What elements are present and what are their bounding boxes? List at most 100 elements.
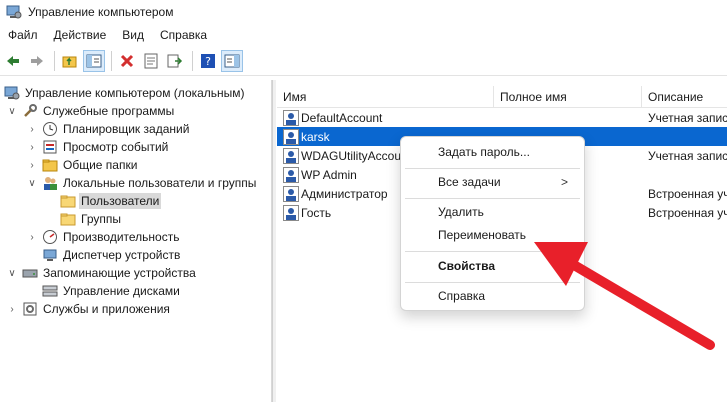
clock-icon [43,122,57,136]
menu-item-help[interactable]: Справка [405,284,580,308]
user-icon [283,109,299,126]
chevron-down-icon[interactable]: ∨ [26,177,38,189]
show-hide-tree-icon [86,54,102,67]
column-header-name[interactable]: Имя [277,86,494,108]
menu-separator [405,198,580,199]
menu-view[interactable]: Вид [114,28,152,42]
tree-item-device-manager[interactable]: Диспетчер устройств [38,246,182,264]
menu-item-properties[interactable]: Свойства [405,254,580,278]
window-title: Управление компьютером [28,5,174,19]
folder-icon [60,195,76,208]
pane-splitter[interactable] [272,80,276,402]
delete-icon [120,54,134,67]
chevron-down-icon[interactable]: ∨ [6,267,18,279]
computer-management-icon [6,5,22,19]
user-icon [283,147,299,164]
help-button[interactable]: ? [197,50,219,72]
toolbar-separator [111,50,112,71]
tree-item-services-apps[interactable]: › Службы и приложения [6,300,172,318]
show-action-pane-icon [224,54,240,67]
tree-item-local-users-groups[interactable]: ∨ Локальные пользователи и группы [26,174,258,192]
tree-item-label: Локальные пользователи и группы [63,176,257,190]
delete-button[interactable] [116,50,138,72]
computer-management-icon [4,86,20,100]
menu-item-set-password[interactable]: Задать пароль... [405,140,580,164]
storage-icon [22,269,38,278]
chevron-right-icon[interactable]: › [26,141,38,153]
tree-item-label: Пользователи [79,193,162,209]
user-icon [283,166,299,183]
tree-item-label: Диспетчер устройств [63,248,181,262]
row-name-cell: DefaultAccount [277,108,494,127]
tree-item-storage[interactable]: ∨ Запоминающие устройства [6,264,198,282]
tree-item-task-scheduler[interactable]: › Планировщик заданий [26,120,191,138]
performance-icon [43,230,57,244]
tree-item-shared-folders[interactable]: › Общие папки [26,156,139,174]
tree-item-label: Группы [81,212,121,226]
tree-item-label: Производительность [63,230,180,244]
user-icon [283,185,299,202]
back-icon [7,55,19,66]
user-description: Встроенная уч [648,186,727,201]
menu-item-label: Задать пароль... [438,145,530,159]
tree-item-computer-management[interactable]: Управление компьютером (локальным) [2,84,247,102]
chevron-down-icon[interactable]: ∨ [6,105,18,117]
tree-item-groups[interactable]: Группы [56,210,123,228]
forward-button[interactable] [26,50,48,72]
column-header-description[interactable]: Описание [642,86,727,108]
tree-item-performance[interactable]: › Производительность [26,228,181,246]
user-description: Учетная запис [648,110,727,125]
console-tree: Управление компьютером (локальным) ∨ Слу… [0,80,272,402]
toolbar-separator [192,50,193,71]
show-hide-tree-button[interactable] [83,49,105,72]
context-menu: Задать пароль... Все задачи > Удалить Пе… [400,136,585,311]
toolbar: ? [0,46,727,76]
help-icon: ? [201,53,215,68]
disk-management-icon [42,285,58,297]
table-row[interactable]: DefaultAccount Учетная запис [277,108,727,127]
menu-item-label: Удалить [438,205,484,219]
menu-file[interactable]: Файл [0,28,46,42]
menu-item-rename[interactable]: Переименовать [405,223,580,247]
tree-item-disk-management[interactable]: Управление дисками [38,282,182,300]
title-bar: Управление компьютером [0,0,727,24]
properties-button[interactable] [140,50,162,72]
tree-item-label: Управление компьютером (локальным) [25,86,245,100]
tree-item-label: Запоминающие устройства [43,266,196,280]
back-button[interactable] [2,50,24,72]
menu-item-label: Переименовать [438,228,526,242]
up-folder-button[interactable] [59,50,81,72]
menu-item-all-tasks[interactable]: Все задачи > [405,170,580,194]
user-icon [283,128,299,145]
folder-icon [60,213,76,226]
chevron-right-icon[interactable]: › [26,123,38,135]
user-name: Администратор [301,186,388,201]
tree-item-event-viewer[interactable]: › Просмотр событий [26,138,170,156]
tree-item-system-tools[interactable]: ∨ Служебные программы [6,102,176,120]
menu-help[interactable]: Справка [152,28,215,42]
user-description: Встроенная уч [648,205,727,220]
column-header-full-name[interactable]: Полное имя [494,86,642,108]
user-name: WP Admin [301,167,357,182]
user-full-name [494,108,642,127]
users-groups-icon [44,177,57,190]
chevron-right-icon[interactable]: › [6,303,18,315]
tree-item-label: Службы и приложения [43,302,170,316]
menu-action[interactable]: Действие [46,28,115,42]
user-icon [283,204,299,221]
tree-item-users[interactable]: Пользователи [56,192,162,210]
chevron-right-icon[interactable]: › [26,159,38,171]
device-manager-icon [43,249,57,261]
user-description: Учетная запис [648,148,727,163]
export-list-button[interactable] [164,50,186,72]
chevron-right-icon[interactable]: › [26,231,38,243]
menu-item-delete[interactable]: Удалить [405,200,580,224]
menu-item-label: Все задачи [438,175,501,189]
tools-icon [24,104,37,117]
user-name: DefaultAccount [301,110,383,125]
event-viewer-icon [43,140,57,154]
show-action-pane-button[interactable] [221,49,243,72]
user-description [642,127,727,146]
toolbar-separator [54,50,55,71]
services-icon [23,302,37,316]
